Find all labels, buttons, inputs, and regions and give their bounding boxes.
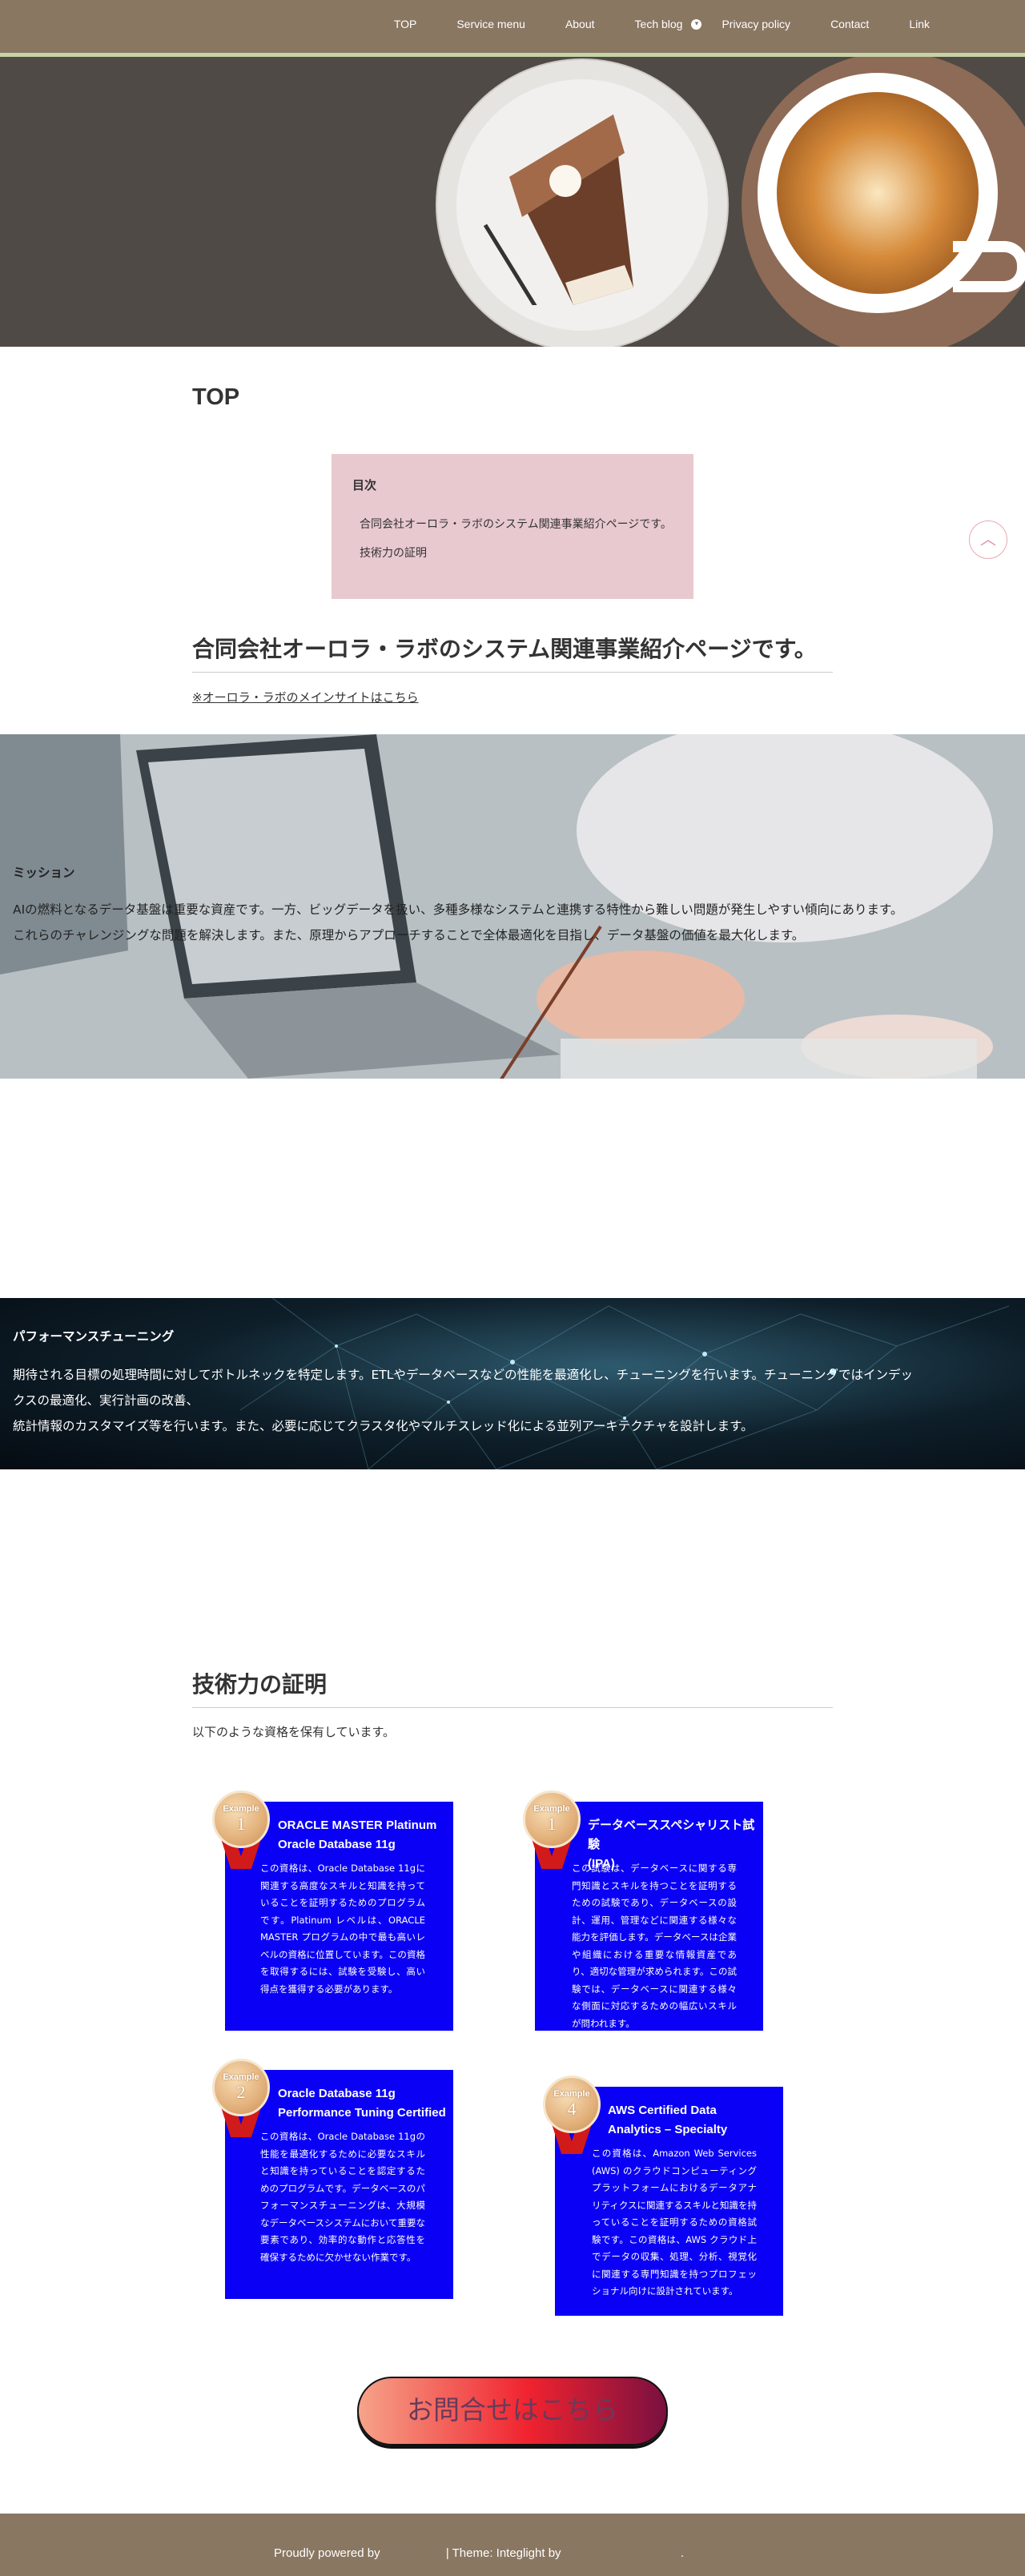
page-title-wrap: TOP	[192, 384, 833, 411]
certs-section: 技術力の証明	[192, 1667, 833, 1708]
perf-title: パフォーマンスチューニング	[13, 1329, 175, 1344]
cert-body: この資格は、Amazon Web Services (AWS) のクラウドコンピ…	[592, 2148, 757, 2297]
cert-body: この資格は、Oracle Database 11gに関連する高度なスキルと知識を…	[260, 1863, 425, 1995]
nav-tech-blog[interactable]: Tech blog	[615, 18, 703, 30]
nav-top[interactable]: TOP	[374, 18, 437, 30]
cert-body: この資格は、Oracle Database 11gの性能を最適化するために必要な…	[260, 2131, 425, 2263]
medal-icon: Example 1	[212, 1790, 270, 1871]
mission-line-2: これらのチャレンジングな問題を解決します。また、原理からアプローチすることで全体…	[13, 928, 805, 942]
perf-line-1: 期待される目標の処理時間に対してボトルネックを特定します。ETLやデータベースな…	[13, 1368, 914, 1382]
cup-handle	[953, 241, 1025, 292]
perf-line-2: クスの最適化、実行計画の改善、	[13, 1393, 199, 1408]
cake-slice	[483, 115, 633, 305]
main-site-link[interactable]: ※オーロラ・ラボのメインサイトはこちら	[192, 690, 419, 705]
intro-link-wrap: ※オーロラ・ラボのメインサイトはこちら	[192, 689, 833, 705]
footer-powered-text: Proudly powered by	[274, 2546, 380, 2560]
back-to-top-button[interactable]: ︿	[969, 520, 1007, 559]
mission-line-1: AIの燃料となるデータ基盤は重要な資産です。一方、ビッグデータを扱い、多種多様な…	[13, 902, 903, 917]
cert-title: AWS Certified Data Analytics – Specialty	[608, 2104, 728, 2136]
chevron-up-icon: ︿	[980, 529, 996, 549]
certs-heading: 技術力の証明	[192, 1667, 833, 1708]
intro-heading: 合同会社オーロラ・ラボのシステム関連事業紹介ページです。	[192, 632, 833, 673]
toc-item-intro[interactable]: 合同会社オーロラ・ラボのシステム関連事業紹介ページです。	[360, 516, 673, 532]
nav-privacy-policy[interactable]: Privacy policy	[701, 18, 810, 30]
medal-icon: Example 4	[543, 2076, 601, 2156]
certs-intro: 以下のような資格を保有しています。	[192, 1725, 396, 1739]
site-header: TOP Service menu About Tech blog ▾ Priva…	[0, 0, 1025, 57]
intro-section: 合同会社オーロラ・ラボのシステム関連事業紹介ページです。	[192, 632, 833, 673]
cert-body: この試験は、データベースに関する専門知識とスキルを持つことを証明するための試験で…	[572, 1863, 737, 2029]
cert-title: ORACLE MASTER Platinum Oracle Database 1…	[278, 1818, 437, 1851]
mission-band: ミッション AIの燃料となるデータ基盤は重要な資産です。一方、ビッグデータを扱い…	[0, 734, 1025, 1079]
footer-dot: .	[680, 2546, 684, 2560]
nav-about[interactable]: About	[545, 18, 615, 30]
footer-author-link[interactable]: Auroralab-Design Ltd.	[564, 2546, 681, 2560]
contact-button[interactable]: お問合せはこちら	[357, 2377, 668, 2445]
nav-contact[interactable]: Contact	[810, 18, 889, 30]
submenu-arrow-icon[interactable]: ▾	[691, 18, 702, 30]
site-footer: Proudly powered by WordPress | Theme: In…	[0, 2514, 1025, 2576]
toc-title: 目次	[352, 478, 377, 492]
hero-image	[0, 57, 1025, 347]
perf-line-3: 統計情報のカスタマイズ等を行います。また、必要に応じてクラスタ化やマルチスレッド…	[13, 1419, 754, 1433]
footer-theme-text: | Theme: Integlight by	[442, 2546, 564, 2560]
toc-item-certs[interactable]: 技術力の証明	[360, 545, 673, 561]
nav-link[interactable]: Link	[889, 18, 950, 30]
medal-icon: Example 1	[523, 1790, 581, 1871]
mission-title: ミッション	[13, 866, 75, 880]
main-nav: TOP Service menu About Tech blog ▾ Priva…	[374, 0, 950, 48]
footer-credits: Proudly powered by WordPress | Theme: In…	[274, 2546, 684, 2560]
cert-title: Oracle Database 11g Performance Tuning C…	[278, 2087, 446, 2120]
nav-service-menu[interactable]: Service menu	[436, 18, 545, 30]
latte-art	[777, 92, 979, 294]
page-title: TOP	[192, 384, 240, 410]
table-of-contents: 目次 合同会社オーロラ・ラボのシステム関連事業紹介ページです。 技術力の証明	[332, 454, 693, 599]
medal-icon: Example 2	[212, 2059, 270, 2139]
footer-wordpress-link[interactable]: WordPress	[384, 2546, 443, 2560]
performance-band: パフォーマンスチューニング 期待される目標の処理時間に対してボトルネックを特定し…	[0, 1298, 1025, 1469]
